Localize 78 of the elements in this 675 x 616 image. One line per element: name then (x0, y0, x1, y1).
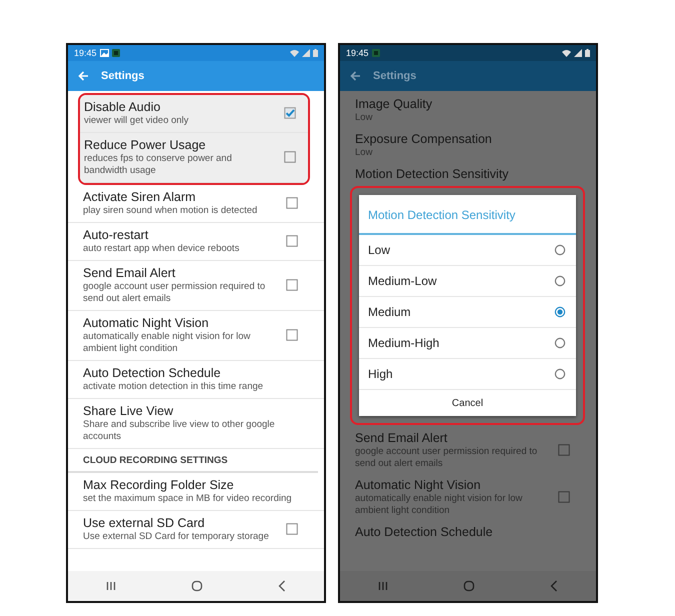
wifi-icon (290, 49, 299, 57)
setting-subtitle: Low (355, 147, 374, 159)
dialog-title: Motion Detection Sensitivity (359, 195, 576, 235)
signal-icon (574, 49, 582, 57)
setting-row[interactable]: Reduce Power Usage reduces fps to conserve power and bandwidth usage (80, 133, 308, 183)
option-row[interactable]: Medium (359, 297, 576, 328)
setting-subtitle: google account user permission required to send out alert emails (355, 446, 538, 470)
setting-subtitle: automatically enable night vision for low ambient light condition (355, 493, 524, 517)
app-icon (112, 49, 120, 57)
checkbox[interactable] (286, 523, 298, 535)
setting-title: Use external SD Card (83, 515, 206, 531)
recent-apps-icon[interactable] (378, 581, 388, 591)
setting-title: Send Email Alert (355, 430, 448, 446)
option-label: Low (368, 243, 392, 257)
radio-button[interactable] (554, 337, 566, 349)
setting-subtitle: set the maximum space in MB for video recording (83, 493, 293, 505)
option-label: High (368, 367, 394, 381)
battery-icon (313, 49, 318, 57)
option-label: Medium-Low (368, 274, 438, 288)
setting-subtitle: google account user permission required to send out alert emails (83, 281, 266, 305)
toolbar-title: Settings (101, 70, 144, 82)
setting-subtitle: Share and subscribe live view to other google accounts (83, 419, 276, 443)
checkbox[interactable] (558, 444, 570, 456)
setting-subtitle: play siren sound when motion is detected (83, 205, 258, 217)
setting-subtitle: reduces fps to conserve power and bandwidth usage (84, 153, 233, 177)
radio-button[interactable] (554, 306, 566, 318)
checkbox[interactable] (286, 235, 298, 247)
option-row[interactable]: Medium-Low (359, 266, 576, 297)
checkbox[interactable] (558, 491, 570, 503)
back-arrow-icon[interactable] (350, 71, 361, 81)
radio-button[interactable] (554, 368, 566, 380)
radio-button[interactable] (554, 244, 566, 256)
cancel-button[interactable]: Cancel (438, 390, 498, 416)
setting-title: Image Quality (355, 96, 434, 112)
setting-title: Send Email Alert (83, 265, 176, 281)
back-icon[interactable] (278, 580, 286, 592)
battery-icon (585, 49, 590, 57)
radio-button[interactable] (554, 275, 566, 287)
setting-title: Automatic Night Vision (83, 315, 210, 331)
app-icon (372, 49, 380, 57)
back-icon[interactable] (550, 580, 558, 592)
wifi-icon (562, 49, 571, 57)
setting-title: Max Recording Folder Size (83, 477, 235, 493)
setting-subtitle: automatically enable night vision for low ambient light condition (83, 331, 252, 355)
setting-title: Auto Detection Schedule (83, 365, 222, 381)
checkbox[interactable] (286, 329, 298, 341)
setting-title: Exposure Compensation (355, 131, 493, 147)
setting-row[interactable]: Disable Audio viewer will get video only (80, 95, 308, 133)
setting-title: Auto Detection Schedule (355, 524, 494, 540)
option-label: Medium-High (368, 336, 440, 350)
setting-title: Automatic Night Vision (355, 477, 482, 493)
status-time: 19:45 (346, 48, 369, 58)
setting-title: Reduce Power Usage (84, 137, 207, 153)
status-time: 19:45 (74, 48, 97, 58)
setting-title: Disable Audio (84, 99, 162, 115)
checkbox[interactable] (284, 107, 296, 119)
setting-subtitle: Use external SD Card for temporary storage (83, 531, 270, 543)
option-row[interactable]: Medium-High (359, 328, 576, 359)
checkbox[interactable] (286, 279, 298, 291)
setting-title: Share Live View (83, 403, 174, 419)
setting-subtitle: viewer will get video only (84, 115, 190, 127)
setting-subtitle: Low (355, 112, 374, 124)
option-row[interactable]: Low (359, 235, 576, 266)
option-label: Medium (368, 305, 412, 319)
setting-title: Auto-restart (83, 227, 150, 243)
home-icon[interactable] (190, 580, 203, 592)
checkbox[interactable] (284, 151, 296, 163)
home-icon[interactable] (462, 580, 475, 592)
setting-title: Activate Siren Alarm (83, 189, 197, 205)
toolbar-title: Settings (373, 70, 416, 82)
setting-title: Motion Detection Sensitivity (355, 166, 510, 182)
setting-subtitle: activate motion detection in this time range (83, 381, 264, 393)
gallery-icon (100, 49, 109, 57)
option-row[interactable]: High (359, 359, 576, 390)
signal-icon (302, 49, 310, 57)
checkbox[interactable] (286, 197, 298, 209)
setting-subtitle: auto restart app when device reboots (83, 243, 240, 255)
recent-apps-icon[interactable] (106, 581, 116, 591)
